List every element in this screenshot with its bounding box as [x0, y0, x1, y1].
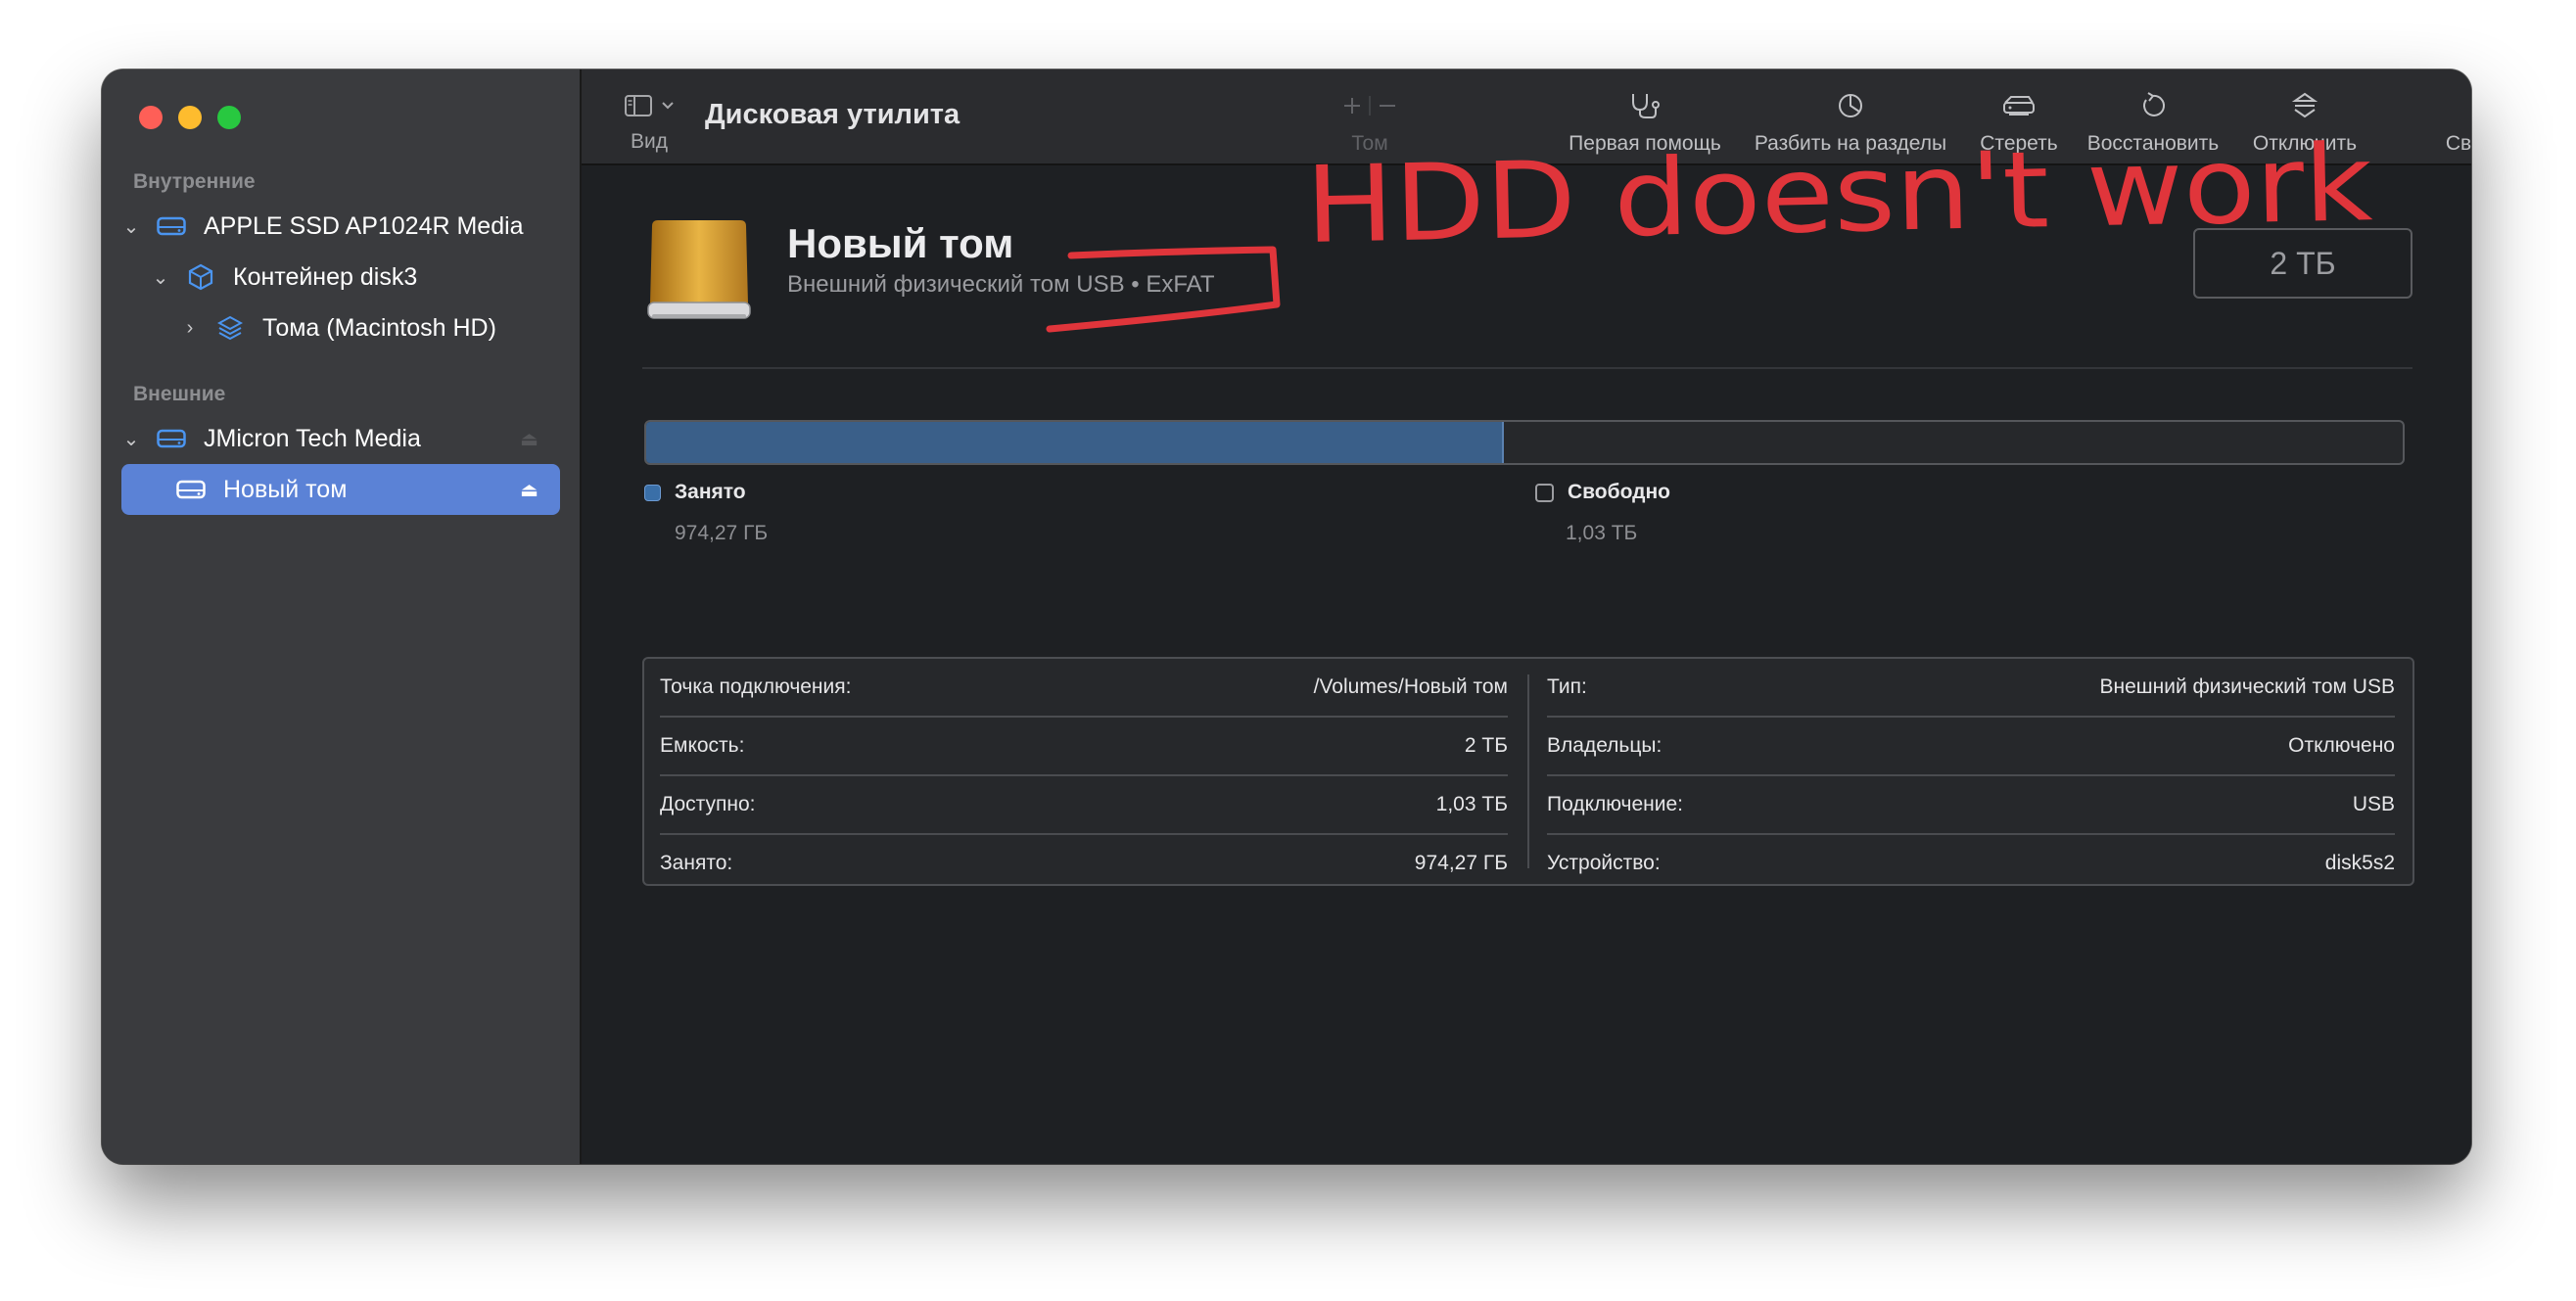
volume-add-remove-button[interactable]: Том [1335, 89, 1404, 156]
volumes-stack-icon [211, 314, 249, 342]
info-value: USB [2352, 793, 2395, 815]
info-row-mount-point: Точка подключения: /Volumes/Новый том [660, 659, 1508, 718]
chevron-down-icon[interactable]: ⌄ [121, 427, 141, 451]
free-swatch-icon [1535, 483, 1554, 502]
erase-label: Стереть [1980, 132, 2058, 155]
info-key: Точка подключения: [660, 675, 852, 698]
partition-button[interactable]: Разбить на разделы [1747, 89, 1954, 156]
container-cube-icon [182, 263, 219, 291]
info-key: Устройство: [1547, 852, 1661, 874]
eject-icon[interactable]: ⏏ [520, 478, 539, 502]
disk-utility-window: Внутренние ⌄ APPLE SSD AP1024R Media ⌄ К… [102, 70, 2471, 1164]
restore-button[interactable]: Восстановить [2080, 89, 2226, 156]
chevron-down-icon[interactable]: ⌄ [121, 214, 141, 239]
info-key: Занято: [660, 852, 733, 874]
stethoscope-icon [1632, 94, 1660, 118]
sidebar-item-container-disk3[interactable]: ⌄ Контейнер disk3 [151, 252, 560, 302]
free-value: 1,03 ТБ [1566, 522, 1638, 544]
restore-label: Восстановить [2086, 132, 2220, 155]
erase-drive-icon [2003, 96, 2035, 116]
info-value: 1,03 ТБ [1435, 793, 1508, 815]
first-aid-button[interactable]: Первая помощь [1561, 89, 1729, 156]
volume-label: Том [1351, 132, 1388, 155]
info-label: Свойства [2445, 132, 2471, 155]
sidebar-item-label: JMicron Tech Media [204, 424, 421, 452]
pie-chart-icon [1839, 94, 1862, 117]
view-button[interactable]: Вид [617, 89, 681, 154]
sidebar-item-label: Новый том [223, 475, 348, 503]
zoom-window-button[interactable] [217, 106, 241, 129]
info-column-divider [1527, 674, 1529, 868]
info-row-capacity: Емкость: 2 ТБ [660, 718, 1508, 776]
sidebar-item-volumes-macintosh-hd[interactable]: › Тома (Macintosh HD) [180, 302, 560, 353]
used-value: 974,27 ГБ [675, 522, 769, 544]
sidebar-section-external: Внешние [133, 383, 226, 405]
erase-button[interactable]: Стереть [1972, 89, 2066, 156]
free-label: Свободно [1568, 481, 1670, 503]
used-swatch-icon [644, 484, 661, 501]
info-key: Доступно: [660, 793, 756, 815]
info-key: Тип: [1547, 675, 1587, 698]
minimize-window-button[interactable] [178, 106, 202, 129]
info-row-device: Устройство: disk5s2 [1547, 835, 2395, 892]
window-controls [139, 106, 241, 129]
info-row-used: Занято: 974,27 ГБ [660, 835, 1508, 892]
hard-drive-icon [172, 480, 210, 499]
close-window-button[interactable] [139, 106, 163, 129]
chevron-down-icon [662, 102, 674, 110]
hard-drive-icon [153, 429, 190, 448]
info-column-right: Тип: Внешний физический том USB Владельц… [1547, 659, 2395, 892]
used-label: Занято [675, 481, 746, 503]
chevron-down-icon[interactable]: ⌄ [151, 265, 170, 290]
toolbar: Вид Дисковая утилита Том Первая помощь Р… [582, 70, 2471, 165]
info-key: Подключение: [1547, 793, 1683, 815]
info-value: disk5s2 [2324, 852, 2395, 874]
volume-name: Новый том [787, 220, 1014, 266]
sidebar-section-internal: Внутренние [133, 170, 256, 193]
main-content: Новый том Внешний физический том USB • E… [582, 165, 2471, 1164]
sidebar-item-apple-ssd[interactable]: ⌄ APPLE SSD AP1024R Media [121, 201, 560, 252]
info-table: Точка подключения: /Volumes/Новый том Ем… [642, 657, 2414, 886]
sidebar-item-new-volume[interactable]: Новый том ⏏ [121, 464, 560, 515]
info-value: Отключено [2288, 734, 2395, 757]
sidebar-item-label: APPLE SSD AP1024R Media [204, 211, 524, 240]
info-column-left: Точка подключения: /Volumes/Новый том Ем… [660, 659, 1508, 892]
eject-icon[interactable]: ⏏ [520, 427, 539, 451]
info-key: Емкость: [660, 734, 745, 757]
capacity-badge: 2 ТБ [2193, 228, 2412, 299]
unmount-button[interactable]: Отключить [2246, 89, 2364, 156]
info-row-connection: Подключение: USB [1547, 776, 2395, 835]
info-row-available: Доступно: 1,03 ТБ [660, 776, 1508, 835]
app-title: Дисковая утилита [705, 99, 960, 130]
info-key: Владельцы: [1547, 734, 1663, 757]
first-aid-label: Первая помощь [1569, 132, 1721, 155]
usage-bar-used [646, 422, 1504, 463]
info-value: 2 ТБ [1464, 734, 1508, 757]
sidebar-item-label: Контейнер disk3 [233, 262, 418, 291]
view-label: Вид [631, 130, 668, 153]
legend-free: Свободно 1,03 ТБ [1535, 481, 1670, 545]
plus-minus-icon [1344, 96, 1395, 116]
sidebar-toggle-icon [625, 95, 652, 116]
external-drive-icon [644, 214, 754, 329]
restore-arrow-icon [2143, 92, 2165, 116]
usage-bar [644, 420, 2405, 465]
legend-used: Занято 974,27 ГБ [644, 481, 768, 545]
header-divider [642, 367, 2412, 369]
sidebar-item-jmicron[interactable]: ⌄ JMicron Tech Media ⏏ [121, 413, 560, 464]
info-value: /Volumes/Новый том [1313, 675, 1508, 698]
info-row-type: Тип: Внешний физический том USB [1547, 659, 2395, 718]
hard-drive-icon [153, 216, 190, 236]
sidebar: Внутренние ⌄ APPLE SSD AP1024R Media ⌄ К… [102, 70, 582, 1164]
volume-subtitle: Внешний физический том USB • ExFAT [787, 271, 1215, 298]
info-row-owners: Владельцы: Отключено [1547, 718, 2395, 776]
unmount-icon [2291, 92, 2318, 118]
info-button[interactable]: Свойства [2442, 89, 2471, 156]
info-value: Внешний физический том USB [2099, 675, 2395, 698]
unmount-label: Отключить [2252, 132, 2358, 155]
partition-label: Разбить на разделы [1754, 132, 1947, 155]
sidebar-item-label: Тома (Macintosh HD) [262, 313, 496, 342]
chevron-right-icon[interactable]: › [180, 317, 200, 340]
info-value: 974,27 ГБ [1414, 852, 1508, 874]
